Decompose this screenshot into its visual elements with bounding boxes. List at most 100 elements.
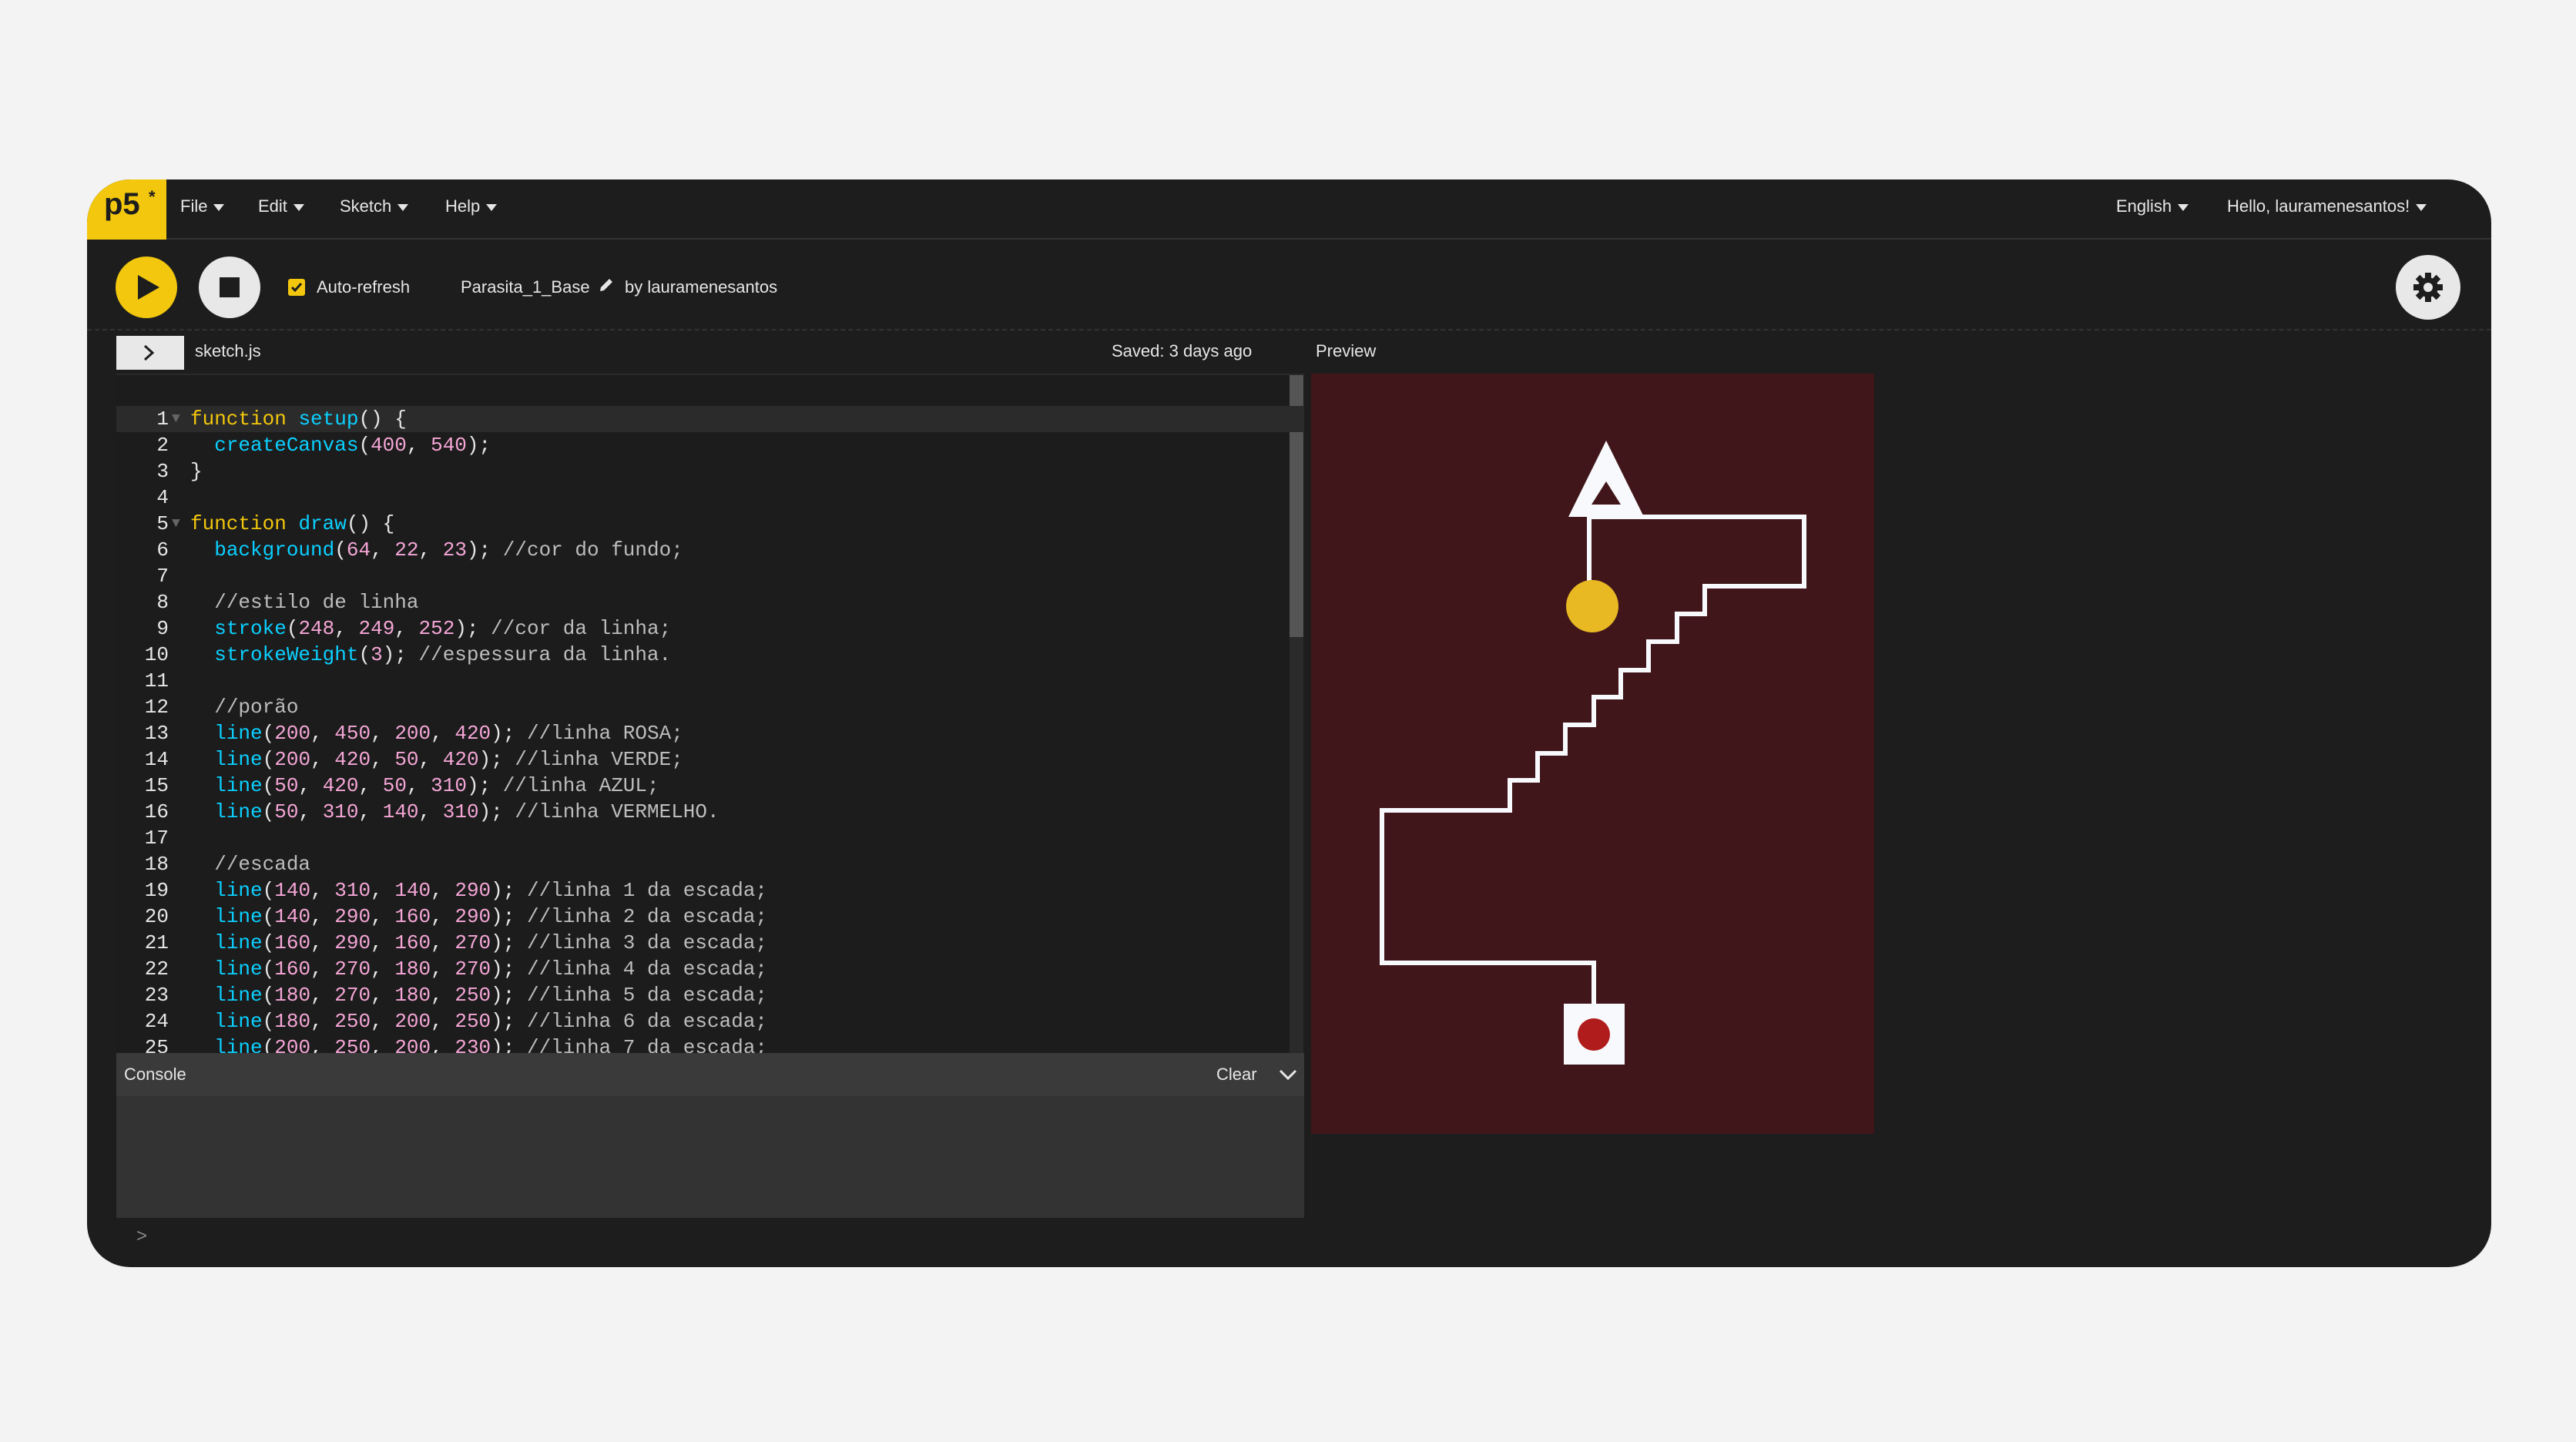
auto-refresh-checkbox[interactable]	[288, 279, 305, 296]
settings-button[interactable]	[2396, 255, 2460, 320]
code-line[interactable]: 13 line(200, 450, 200, 420); //linha ROS…	[116, 720, 1304, 746]
code-line[interactable]: 10 strokeWeight(3); //espessura da linha…	[116, 642, 1304, 668]
code-line[interactable]: 17	[116, 825, 1304, 851]
code-line[interactable]: 24 line(180, 250, 200, 250); //linha 6 d…	[116, 1008, 1304, 1035]
language-menu[interactable]: English	[2116, 196, 2189, 216]
file-tab[interactable]: sketch.js	[195, 341, 261, 361]
play-button[interactable]	[116, 257, 177, 318]
code-line[interactable]: 2 createCanvas(400, 540);	[116, 432, 1304, 458]
toolbar: Auto-refresh Parasita_1_Base by lauramen…	[87, 241, 2491, 330]
code-text: background(64, 22, 23); //cor do fundo;	[214, 538, 683, 562]
saved-status: Saved: 3 days ago	[1112, 341, 1253, 360]
code-line[interactable]: 8 //estilo de linha	[116, 589, 1304, 615]
menu-sketch-label: Sketch	[340, 196, 392, 216]
user-label: Hello, lauramenesantos!	[2227, 196, 2410, 216]
line-number: 17	[144, 827, 169, 850]
line-number: 20	[144, 905, 169, 928]
line-number: 12	[144, 696, 169, 719]
code-line[interactable]: 25 line(200, 250, 200, 230); //linha 7 d…	[116, 1035, 1304, 1053]
line-number: 19	[144, 879, 169, 902]
code-text: line(160, 270, 180, 270); //linha 4 da e…	[214, 957, 768, 981]
caret-down-icon	[486, 203, 498, 211]
code-text: createCanvas(400, 540);	[214, 434, 491, 457]
yellow-circle	[1566, 580, 1618, 632]
line-number: 24	[144, 1010, 169, 1033]
user-menu[interactable]: Hello, lauramenesantos!	[2227, 196, 2427, 216]
line-number: 6	[156, 538, 169, 562]
console-clear-button[interactable]: Clear	[1216, 1065, 1257, 1085]
code-text: strokeWeight(3); //espessura da linha.	[214, 643, 672, 666]
sidebar-toggle-button[interactable]	[116, 336, 184, 370]
console-output	[116, 1096, 1304, 1218]
code-line[interactable]: 18 //escada	[116, 851, 1304, 877]
code-line[interactable]: 1 ▼ function setup() {	[116, 406, 1304, 432]
code-text: function draw() {	[190, 512, 395, 535]
code-text: line(180, 270, 180, 250); //linha 5 da e…	[214, 984, 768, 1007]
line-number: 9	[156, 617, 169, 640]
play-icon	[138, 275, 159, 300]
code-editor[interactable]: 1 ▼ function setup() {2 createCanvas(400, …	[116, 374, 1304, 1053]
line-number: 4	[156, 486, 169, 509]
menu-file-label: File	[180, 196, 208, 216]
code-text: }	[190, 460, 203, 483]
code-line[interactable]: 7	[116, 563, 1304, 589]
sketch-author: by lauramenesantos	[625, 277, 778, 297]
line-number: 8	[156, 591, 169, 614]
console-title: Console	[124, 1065, 186, 1084]
code-line[interactable]: 4	[116, 485, 1304, 511]
code-text: line(50, 310, 140, 310); //linha VERMELH…	[214, 800, 719, 823]
fold-arrow-icon[interactable]: ▼	[172, 406, 180, 432]
code-text: stroke(248, 249, 252); //cor da linha;	[214, 617, 672, 640]
console-header: Console Clear	[116, 1053, 1304, 1096]
code-text: //escada	[214, 853, 311, 876]
sketch-name[interactable]: Parasita_1_Base	[461, 277, 590, 297]
auto-refresh-label: Auto-refresh	[317, 277, 411, 297]
code-text: line(200, 420, 50, 420); //linha VERDE;	[214, 748, 683, 771]
code-line[interactable]: 6 background(64, 22, 23); //cor do fundo…	[116, 537, 1304, 563]
line-number: 11	[144, 669, 169, 692]
code-text: line(160, 290, 160, 270); //linha 3 da e…	[214, 931, 768, 954]
menu-edit[interactable]: Edit	[258, 196, 304, 216]
code-line[interactable]: 14 line(200, 420, 50, 420); //linha VERD…	[116, 746, 1304, 773]
code-text: //porão	[214, 696, 299, 719]
code-text: line(180, 250, 200, 250); //linha 6 da e…	[214, 1010, 768, 1033]
logo-asterisk: *	[149, 187, 156, 206]
code-line[interactable]: 11	[116, 668, 1304, 694]
code-line[interactable]: 3}	[116, 458, 1304, 485]
line-number: 3	[156, 460, 169, 483]
chevron-right-icon	[143, 344, 155, 361]
caret-down-icon	[213, 203, 225, 211]
caret-down-icon	[2416, 203, 2427, 211]
menu-help[interactable]: Help	[445, 196, 498, 216]
line-number: 25	[144, 1036, 169, 1053]
code-line[interactable]: 16 line(50, 310, 140, 310); //linha VERM…	[116, 799, 1304, 825]
fold-arrow-icon[interactable]: ▼	[172, 511, 180, 537]
sketch-drawing	[1311, 374, 1874, 1134]
line-number: 7	[156, 565, 169, 588]
code-line[interactable]: 9 stroke(248, 249, 252); //cor da linha;	[116, 615, 1304, 642]
code-text: line(140, 290, 160, 290); //linha 2 da e…	[214, 905, 768, 928]
code-line[interactable]: 21 line(160, 290, 160, 270); //linha 3 d…	[116, 930, 1304, 956]
code-text: line(200, 250, 200, 230); //linha 7 da e…	[214, 1036, 768, 1053]
menu-file[interactable]: File	[180, 196, 225, 216]
p5-logo[interactable]: p5 *	[87, 179, 166, 240]
checkmark-icon	[290, 283, 303, 293]
menu-sketch[interactable]: Sketch	[340, 196, 409, 216]
code-line[interactable]: 19 line(140, 310, 140, 290); //linha 1 d…	[116, 877, 1304, 904]
code-text: function setup() {	[190, 407, 407, 431]
stop-button[interactable]	[199, 257, 260, 318]
language-label: English	[2116, 196, 2172, 216]
code-line[interactable]: 23 line(180, 270, 180, 250); //linha 5 d…	[116, 982, 1304, 1008]
line-number: 15	[144, 774, 169, 797]
line-number: 18	[144, 853, 169, 876]
console-prompt[interactable]: >	[136, 1226, 147, 1247]
code-line[interactable]: 12 //porão	[116, 694, 1304, 720]
code-line[interactable]: 15 line(50, 420, 50, 310); //linha AZUL;	[116, 773, 1304, 799]
pencil-icon[interactable]	[598, 277, 615, 293]
preview-canvas[interactable]	[1311, 374, 1874, 1134]
chevron-down-icon[interactable]	[1278, 1065, 1298, 1084]
code-line[interactable]: 5 ▼ function draw() {	[116, 511, 1304, 537]
code-line[interactable]: 22 line(160, 270, 180, 270); //linha 4 d…	[116, 956, 1304, 982]
code-line[interactable]: 20 line(140, 290, 160, 290); //linha 2 d…	[116, 904, 1304, 930]
p5-editor-window: p5 * File Edit Sketch Help English Hello…	[87, 179, 2491, 1267]
